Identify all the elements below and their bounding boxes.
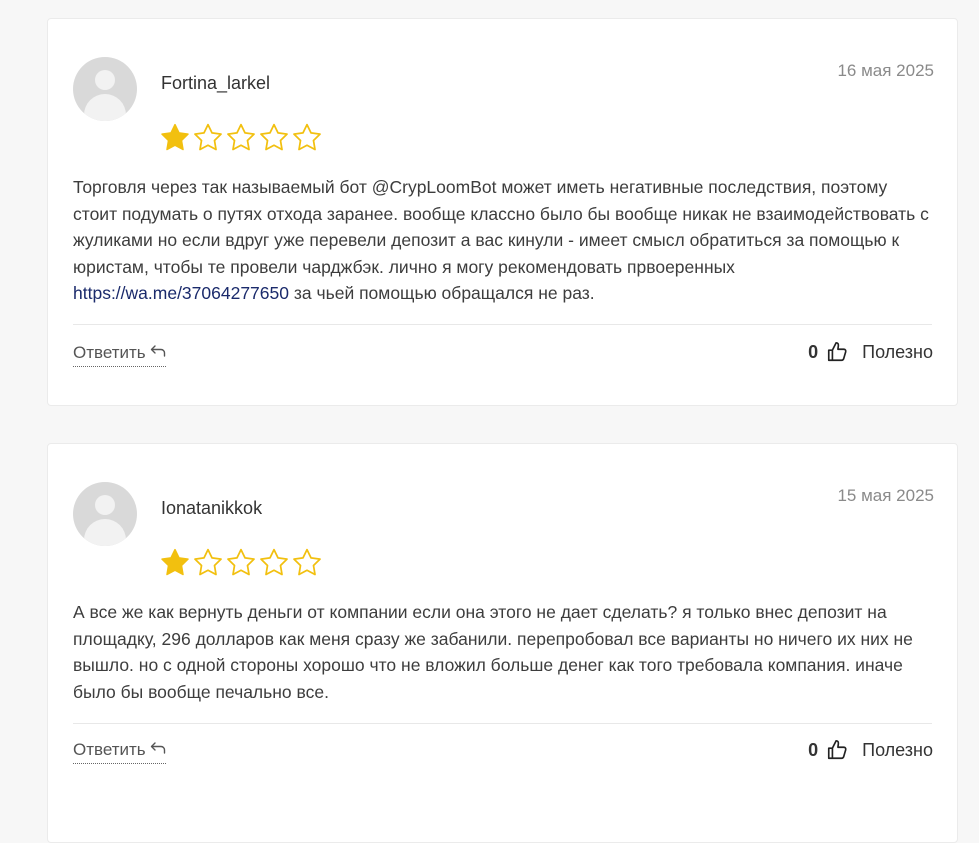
reply-label: Ответить [73, 343, 146, 362]
review-text-part: А все же как вернуть деньги от компании … [73, 602, 913, 702]
review-card: Ionatanikkok 15 мая 2025 А все же как ве… [47, 443, 958, 843]
review-text-part: за чьей помощью обращался не раз. [289, 283, 595, 303]
thumbs-up-icon[interactable] [826, 739, 848, 761]
star-outline-icon [259, 123, 289, 152]
review-author: Ionatanikkok [161, 498, 263, 518]
helpful-vote: 0 Полезно [808, 341, 933, 363]
contact-link[interactable]: https://wa.me/37064277650 [73, 283, 289, 303]
star-outline-icon [292, 123, 322, 152]
star-outline-icon [193, 548, 223, 577]
star-outline-icon [193, 123, 223, 152]
reply-label: Ответить [73, 740, 146, 759]
helpful-vote: 0 Полезно [808, 739, 933, 761]
divider [73, 324, 932, 325]
rating-stars [160, 123, 322, 152]
review-text: А все же как вернуть деньги от компании … [73, 599, 935, 705]
review-author: Fortina_larkel [161, 73, 271, 93]
user-avatar-icon [73, 482, 137, 546]
review-date: 15 мая 2025 [837, 486, 934, 505]
review-date: 16 мая 2025 [837, 61, 934, 80]
star-filled-icon [160, 123, 190, 152]
review-text: Торговля через так называемый бот @CrypL… [73, 174, 935, 307]
review-text-part: Торговля через так называемый бот @CrypL… [73, 177, 929, 277]
star-outline-icon [259, 548, 289, 577]
reviews-page: Fortina_larkel 16 мая 2025 Торговля чере… [0, 0, 979, 843]
review-card: Fortina_larkel 16 мая 2025 Торговля чере… [47, 18, 958, 406]
divider [73, 723, 932, 724]
star-filled-icon [160, 548, 190, 577]
reply-arrow-icon [150, 740, 166, 760]
reply-arrow-icon [150, 343, 166, 363]
star-outline-icon [292, 548, 322, 577]
rating-stars [160, 548, 322, 577]
thumbs-up-icon[interactable] [826, 341, 848, 363]
reply-button[interactable]: Ответить [73, 740, 166, 764]
user-avatar-icon [73, 57, 137, 121]
star-outline-icon [226, 548, 256, 577]
helpful-count: 0 [808, 739, 819, 760]
helpful-count: 0 [808, 341, 819, 362]
helpful-label: Полезно [862, 341, 933, 362]
helpful-label: Полезно [862, 739, 933, 760]
reply-button[interactable]: Ответить [73, 343, 166, 367]
star-outline-icon [226, 123, 256, 152]
